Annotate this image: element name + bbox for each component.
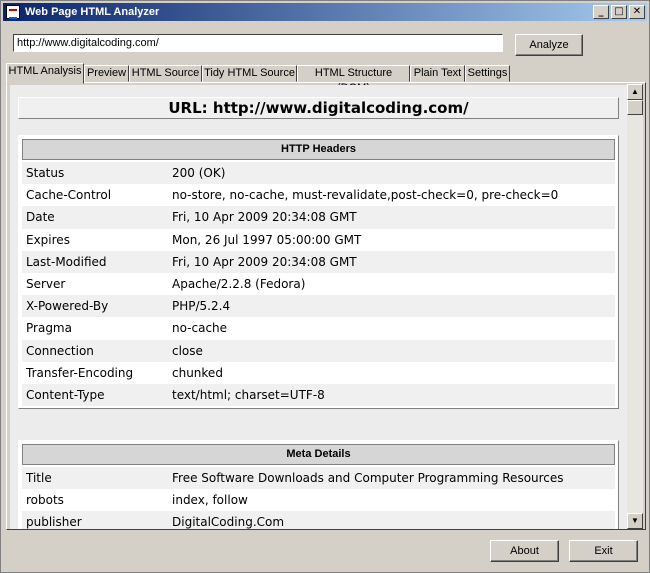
- tab-html-analysis[interactable]: HTML Analysis: [6, 63, 84, 84]
- tab-tidy-html-source[interactable]: Tidy HTML Source: [202, 65, 297, 82]
- scroll-up-icon[interactable]: ▲: [627, 84, 643, 100]
- http-headers-title: HTTP Headers: [22, 139, 615, 160]
- header-value: text/html; charset=UTF-8: [172, 387, 325, 402]
- analysis-view[interactable]: URL: http://www.digitalcoding.com/ HTTP …: [10, 85, 627, 529]
- meta-details-rows: Title Free Software Downloads and Compute…: [22, 467, 615, 529]
- url-input[interactable]: http://www.digitalcoding.com/: [13, 34, 503, 52]
- header-value: PHP/5.2.4: [172, 299, 231, 314]
- table-row: Last-Modified Fri, 10 Apr 2009 20:34:08 G…: [22, 250, 615, 273]
- table-row: Server Apache/2.2.8 (Fedora): [22, 272, 615, 296]
- http-headers-table: HTTP Headers Status 200 (OK) Cache-Contro…: [18, 135, 619, 409]
- maximize-button[interactable]: □: [611, 5, 627, 19]
- scroll-down-icon[interactable]: ▼: [627, 513, 643, 529]
- app-icon: [6, 5, 20, 19]
- vertical-scrollbar[interactable]: ▲ ▼: [627, 84, 643, 529]
- header-key: Status: [26, 166, 65, 180]
- header-value: no-cache: [172, 321, 228, 336]
- about-button[interactable]: About: [490, 540, 559, 562]
- close-button[interactable]: ✕: [629, 5, 645, 19]
- tab-html-source[interactable]: HTML Source: [129, 65, 202, 82]
- url-heading: URL: http://www.digitalcoding.com/: [18, 97, 619, 119]
- tab-html-structure[interactable]: HTML Structure (DOM): [297, 65, 410, 94]
- header-value: 200 (OK): [172, 166, 226, 180]
- header-value: no-store, no-cache, must-revalidate,post…: [172, 188, 559, 203]
- analyze-button[interactable]: Analyze: [515, 34, 583, 56]
- meta-key: Title: [26, 471, 52, 485]
- exit-button[interactable]: Exit: [569, 540, 638, 562]
- table-row: publisher DigitalCoding.Com: [22, 511, 615, 529]
- meta-value: Free Software Downloads and Computer Pro…: [172, 471, 564, 485]
- meta-key: robots: [26, 493, 64, 508]
- header-value: Fri, 10 Apr 2009 20:34:08 GMT: [172, 254, 357, 269]
- header-key: Last-Modified: [26, 254, 107, 269]
- meta-details-title: Meta Details: [22, 444, 615, 465]
- header-value: chunked: [172, 365, 223, 380]
- meta-details-table: Meta Details Title Free Software Download…: [18, 440, 619, 529]
- table-row: Connection close: [22, 339, 615, 362]
- meta-key: publisher: [26, 515, 82, 529]
- header-value: close: [172, 343, 203, 358]
- header-key: Cache-Control: [26, 188, 112, 203]
- header-value: Mon, 26 Jul 1997 05:00:00 GMT: [172, 232, 362, 247]
- minimize-button[interactable]: _: [593, 5, 609, 19]
- title-bar[interactable]: Web Page HTML Analyzer _ □ ✕: [3, 3, 647, 21]
- header-value: Fri, 10 Apr 2009 20:34:08 GMT: [172, 210, 357, 225]
- tab-settings[interactable]: Settings: [465, 65, 510, 82]
- meta-value: DigitalCoding.Com: [172, 515, 285, 529]
- table-row: robots index, follow: [22, 489, 615, 512]
- table-row: Status 200 (OK): [22, 162, 615, 185]
- meta-value: index, follow: [172, 493, 248, 508]
- header-key: X-Powered-By: [26, 299, 109, 314]
- header-key: Date: [26, 210, 55, 225]
- table-row: X-Powered-By PHP/5.2.4: [22, 295, 615, 318]
- table-row: Expires Mon, 26 Jul 1997 05:00:00 GMT: [22, 228, 615, 251]
- header-value: Apache/2.2.8 (Fedora): [172, 276, 306, 291]
- header-key: Server: [26, 276, 66, 291]
- table-row: Pragma no-cache: [22, 317, 615, 340]
- table-row: Date Fri, 10 Apr 2009 20:34:08 GMT: [22, 206, 615, 229]
- header-key: Content-Type: [26, 387, 105, 402]
- header-key: Expires: [26, 232, 70, 247]
- table-row: Cache-Control no-store, no-cache, must-re…: [22, 184, 615, 207]
- table-row: Transfer-Encoding chunked: [22, 361, 615, 384]
- table-row: Content-Type text/html; charset=UTF-8: [22, 383, 615, 407]
- scrollbar-thumb[interactable]: [627, 100, 643, 115]
- header-key: Transfer-Encoding: [26, 365, 134, 380]
- http-headers-rows: Status 200 (OK) Cache-Control no-store, no…: [22, 162, 615, 407]
- tab-preview[interactable]: Preview: [84, 65, 129, 82]
- header-key: Pragma: [26, 321, 72, 336]
- table-row: Title Free Software Downloads and Compute…: [22, 467, 615, 490]
- tab-plain-text[interactable]: Plain Text: [410, 65, 465, 82]
- window-title: Web Page HTML Analyzer: [25, 6, 160, 18]
- header-key: Connection: [26, 343, 94, 358]
- app-window: Web Page HTML Analyzer _ □ ✕ http://www.…: [0, 0, 650, 573]
